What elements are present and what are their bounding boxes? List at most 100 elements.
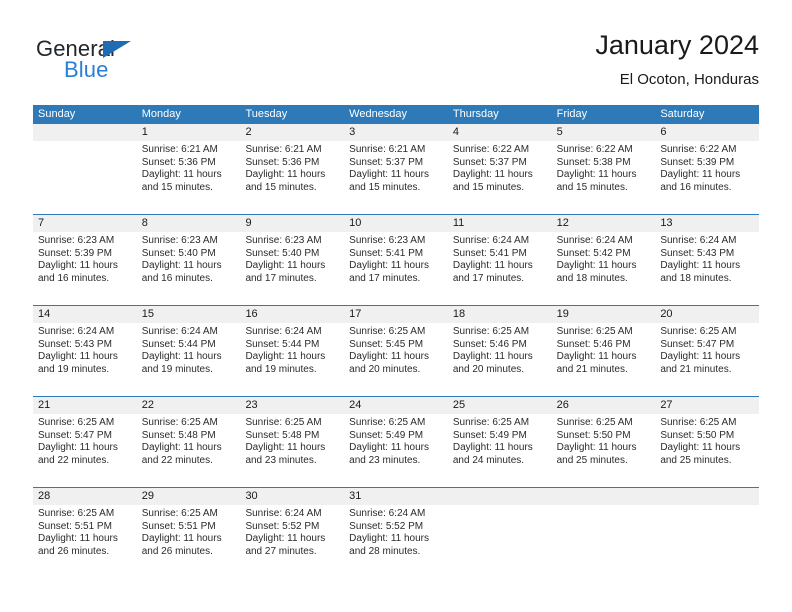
day-sun-info: Sunrise: 6:22 AM Sunset: 5:38 PM Daylight:…	[557, 144, 656, 194]
sunset-text: Sunset: 5:49 PM	[452, 429, 527, 441]
sunset-text: Sunset: 5:46 PM	[452, 338, 527, 350]
calendar-day-cell[interactable]: 12 Sunrise: 6:24 AM Sunset: 5:42 PM Dayligh…	[552, 215, 656, 305]
day-sun-info: Sunrise: 6:21 AM Sunset: 5:36 PM Daylight:…	[245, 144, 344, 194]
calendar-day-cell[interactable]: 3 Sunrise: 6:21 AM Sunset: 5:37 PM Daylight…	[344, 124, 448, 214]
calendar-day-cell[interactable]: 22 Sunrise: 6:25 AM Sunset: 5:48 PM Dayligh…	[137, 397, 241, 487]
calendar-grid: Sunday Monday Tuesday Wednesday Thursday Frid…	[33, 105, 759, 578]
day-number: 6	[660, 126, 667, 138]
sunset-text: Sunset: 5:50 PM	[660, 429, 735, 441]
weekday-header-wednesday: Wednesday	[349, 108, 408, 120]
daylight-text: Daylight: 11 hours and 19 minutes.	[141, 351, 222, 375]
calendar-day-cell[interactable]: 9 Sunrise: 6:23 AM Sunset: 5:40 PM Daylight…	[240, 215, 344, 305]
day-sun-info: Sunrise: 6:25 AM Sunset: 5:47 PM Daylight:…	[660, 326, 759, 376]
calendar-day-cell[interactable]: 11 Sunrise: 6:24 AM Sunset: 5:41 PM Dayligh…	[448, 215, 552, 305]
calendar-day-cell[interactable]: 7 Sunrise: 6:23 AM Sunset: 5:39 PM Daylight…	[33, 215, 137, 305]
sunset-text: Sunset: 5:47 PM	[660, 338, 735, 350]
weekday-header-sunday: Sunday	[38, 108, 76, 120]
calendar-day-cell[interactable]: 16 Sunrise: 6:24 AM Sunset: 5:44 PM Dayligh…	[240, 306, 344, 396]
calendar-day-cell[interactable]: 13 Sunrise: 6:24 AM Sunset: 5:43 PM Dayligh…	[655, 215, 759, 305]
sunrise-text: Sunrise: 6:25 AM	[349, 417, 426, 428]
calendar-day-cell[interactable]: 4 Sunrise: 6:22 AM Sunset: 5:37 PM Daylight…	[448, 124, 552, 214]
sunrise-text: Sunrise: 6:24 AM	[38, 326, 115, 337]
day-sun-info: Sunrise: 6:22 AM Sunset: 5:37 PM Daylight:…	[453, 144, 552, 194]
calendar-day-cell[interactable]: 5 Sunrise: 6:22 AM Sunset: 5:38 PM Daylight…	[552, 124, 656, 214]
calendar-day-cell[interactable]: 28 Sunrise: 6:25 AM Sunset: 5:51 PM Dayligh…	[33, 488, 137, 578]
calendar-day-cell-empty	[552, 488, 656, 578]
day-number: 15	[141, 308, 154, 320]
general-blue-logo[interactable]: General Blue	[36, 36, 226, 94]
calendar-day-cell[interactable]: 31 Sunrise: 6:24 AM Sunset: 5:52 PM Dayligh…	[344, 488, 448, 578]
sunrise-text: Sunrise: 6:24 AM	[245, 508, 322, 519]
day-number: 31	[349, 490, 362, 502]
sunrise-text: Sunrise: 6:25 AM	[38, 417, 115, 428]
daylight-text: Daylight: 11 hours and 16 minutes.	[660, 169, 741, 193]
calendar-day-cell[interactable]: 26 Sunrise: 6:25 AM Sunset: 5:50 PM Dayligh…	[552, 397, 656, 487]
logo-word-blue: Blue	[64, 57, 109, 82]
sunrise-text: Sunrise: 6:21 AM	[141, 144, 218, 155]
calendar-day-cell[interactable]: 1 Sunrise: 6:21 AM Sunset: 5:36 PM Daylight…	[137, 124, 241, 214]
sunrise-text: Sunrise: 6:25 AM	[141, 417, 218, 428]
calendar-day-cell[interactable]: 20 Sunrise: 6:25 AM Sunset: 5:47 PM Dayligh…	[655, 306, 759, 396]
day-number: 11	[452, 217, 465, 229]
sunset-text: Sunset: 5:40 PM	[245, 247, 320, 259]
day-sun-info: Sunrise: 6:23 AM Sunset: 5:39 PM Daylight:…	[38, 235, 137, 285]
sunset-text: Sunset: 5:49 PM	[349, 429, 424, 441]
sunrise-text: Sunrise: 6:25 AM	[452, 417, 530, 428]
day-number: 22	[141, 399, 154, 411]
daylight-text: Daylight: 11 hours and 19 minutes.	[245, 351, 326, 375]
sunrise-text: Sunrise: 6:24 AM	[660, 235, 737, 246]
sunrise-text: Sunrise: 6:25 AM	[141, 508, 218, 519]
sunrise-text: Sunrise: 6:21 AM	[349, 144, 426, 155]
calendar-day-cell[interactable]: 10 Sunrise: 6:23 AM Sunset: 5:41 PM Dayligh…	[344, 215, 448, 305]
day-sun-info: Sunrise: 6:23 AM Sunset: 5:41 PM Daylight:…	[349, 235, 448, 285]
daylight-text: Daylight: 11 hours and 20 minutes.	[452, 351, 533, 375]
day-number: 9	[245, 217, 252, 229]
day-sun-info: Sunrise: 6:24 AM Sunset: 5:41 PM Daylight:…	[453, 235, 552, 285]
sunrise-text: Sunrise: 6:25 AM	[556, 326, 633, 337]
day-sun-info: Sunrise: 6:24 AM Sunset: 5:52 PM Daylight:…	[245, 508, 344, 558]
daylight-text: Daylight: 11 hours and 22 minutes.	[141, 442, 222, 466]
day-number: 30	[245, 490, 258, 502]
calendar-day-cell[interactable]: 27 Sunrise: 6:25 AM Sunset: 5:50 PM Dayligh…	[655, 397, 759, 487]
day-number: 26	[556, 399, 569, 411]
calendar-page: General Blue January 2024 El Ocoton, Hon…	[0, 0, 792, 612]
calendar-day-cell[interactable]: 24 Sunrise: 6:25 AM Sunset: 5:49 PM Dayligh…	[344, 397, 448, 487]
calendar-day-cell[interactable]: 6 Sunrise: 6:22 AM Sunset: 5:39 PM Daylight…	[655, 124, 759, 214]
sunrise-text: Sunrise: 6:21 AM	[245, 144, 322, 155]
day-sun-info: Sunrise: 6:24 AM Sunset: 5:44 PM Daylight:…	[142, 326, 241, 376]
weekday-header-row: Sunday Monday Tuesday Wednesday Thursday Frid…	[33, 105, 759, 124]
calendar-day-cell[interactable]: 15 Sunrise: 6:24 AM Sunset: 5:44 PM Dayligh…	[137, 306, 241, 396]
calendar-day-cell[interactable]: 19 Sunrise: 6:25 AM Sunset: 5:46 PM Dayligh…	[552, 306, 656, 396]
sunrise-text: Sunrise: 6:25 AM	[452, 326, 530, 337]
calendar-week-cells: 14 Sunrise: 6:24 AM Sunset: 5:43 PM Dayligh…	[33, 306, 759, 396]
calendar-day-cell[interactable]: 25 Sunrise: 6:25 AM Sunset: 5:49 PM Dayligh…	[448, 397, 552, 487]
sunset-text: Sunset: 5:44 PM	[141, 338, 216, 350]
logo-triangle-icon	[103, 41, 131, 58]
daylight-text: Daylight: 11 hours and 22 minutes.	[38, 442, 118, 466]
day-sun-info: Sunrise: 6:25 AM Sunset: 5:46 PM Daylight:…	[453, 326, 552, 376]
sunset-text: Sunset: 5:36 PM	[141, 156, 216, 168]
calendar-day-cell[interactable]: 17 Sunrise: 6:25 AM Sunset: 5:45 PM Dayligh…	[344, 306, 448, 396]
calendar-day-cell[interactable]: 21 Sunrise: 6:25 AM Sunset: 5:47 PM Dayligh…	[33, 397, 137, 487]
sunrise-text: Sunrise: 6:25 AM	[556, 417, 633, 428]
day-number: 2	[245, 126, 252, 138]
page-title: January 2024	[595, 30, 759, 60]
calendar-day-cell[interactable]: 14 Sunrise: 6:24 AM Sunset: 5:43 PM Dayligh…	[33, 306, 137, 396]
calendar-day-cell[interactable]: 23 Sunrise: 6:25 AM Sunset: 5:48 PM Dayligh…	[240, 397, 344, 487]
sunset-text: Sunset: 5:42 PM	[556, 247, 631, 259]
page-header: General Blue January 2024 El Ocoton, Hon…	[33, 28, 759, 96]
day-number: 3	[349, 126, 356, 138]
daylight-text: Daylight: 11 hours and 15 minutes.	[452, 169, 533, 193]
sunset-text: Sunset: 5:39 PM	[38, 247, 112, 259]
daylight-text: Daylight: 11 hours and 21 minutes.	[660, 351, 741, 375]
sunrise-text: Sunrise: 6:25 AM	[38, 508, 115, 519]
day-sun-info: Sunrise: 6:23 AM Sunset: 5:40 PM Daylight:…	[142, 235, 241, 285]
calendar-day-cell[interactable]: 2 Sunrise: 6:21 AM Sunset: 5:36 PM Daylight…	[240, 124, 344, 214]
day-number: 19	[556, 308, 569, 320]
calendar-day-cell[interactable]: 30 Sunrise: 6:24 AM Sunset: 5:52 PM Dayligh…	[240, 488, 344, 578]
calendar-day-cell[interactable]: 8 Sunrise: 6:23 AM Sunset: 5:40 PM Daylight…	[137, 215, 241, 305]
calendar-day-cell[interactable]: 18 Sunrise: 6:25 AM Sunset: 5:46 PM Dayligh…	[448, 306, 552, 396]
calendar-day-cell[interactable]: 29 Sunrise: 6:25 AM Sunset: 5:51 PM Dayligh…	[137, 488, 241, 578]
sunset-text: Sunset: 5:48 PM	[245, 429, 320, 441]
day-sun-info: Sunrise: 6:24 AM Sunset: 5:44 PM Daylight:…	[245, 326, 344, 376]
